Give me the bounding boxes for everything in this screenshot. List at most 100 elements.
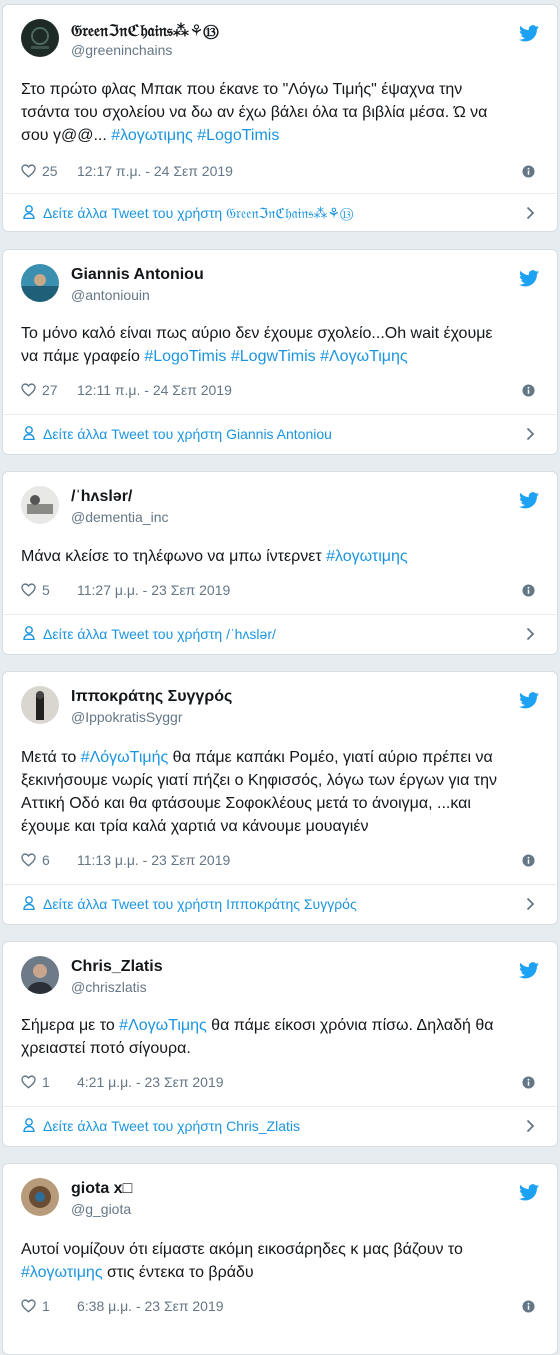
- tweet-timestamp[interactable]: 11:13 μ.μ. - 23 Σεπ 2019: [77, 852, 230, 868]
- info-icon[interactable]: [522, 854, 535, 867]
- hashtag-link[interactable]: #λογωτιμης: [21, 1264, 103, 1281]
- heart-icon[interactable]: [21, 164, 36, 178]
- twitter-bird-icon[interactable]: [519, 1184, 539, 1201]
- tweet-text-segment: θα πάμε είκοσι χρόνια πίσω. Δηλαδή θα: [206, 1017, 494, 1034]
- tweet-text-segment: Μετά το: [21, 749, 81, 766]
- like-count: 1: [42, 1074, 50, 1090]
- avatar[interactable]: [21, 956, 59, 994]
- more-tweets-link[interactable]: Δείτε άλλα Tweet του χρήστη Giannis Anto…: [3, 415, 557, 453]
- author-handle[interactable]: @antoniouin: [71, 287, 150, 303]
- hashtag-link[interactable]: #ΛογωΤιμης: [119, 1017, 207, 1034]
- chevron-right-icon[interactable]: [526, 627, 535, 641]
- tweet-text-segment: Στο πρώτο φλας Μπακ που έκανε το "Λόγω Τ…: [21, 81, 463, 98]
- more-tweets-link[interactable]: Δείτε άλλα Tweet του χρήστη /ˈhʌslər/: [3, 615, 557, 653]
- tweet-text-segment: Αυτοί νομίζουν ότι είμαστε ακόμη εικοσάρ…: [21, 1241, 463, 1258]
- heart-icon[interactable]: [21, 383, 36, 397]
- info-icon[interactable]: [522, 1300, 535, 1313]
- like-count: 5: [42, 582, 50, 598]
- twitter-bird-icon[interactable]: [519, 492, 539, 509]
- more-tweets-label[interactable]: Δείτε άλλα Tweet του χρήστη 𝔊𝔯𝔢𝔢𝔫ℑ𝔫ℭ𝔥𝔞𝔦𝔫…: [43, 205, 353, 222]
- chevron-right-icon[interactable]: [526, 897, 535, 911]
- author-name[interactable]: 𝔊𝔯𝔢𝔢𝔫ℑ𝔫ℭ𝔥𝔞𝔦𝔫𝔰⁂⚘⑬: [71, 21, 218, 41]
- tweet-text-segment: Μάνα κλείσε το τηλέφωνο να μπω ίντερνετ: [21, 548, 327, 565]
- tweet-card[interactable]: giota x□ @g_giota Αυτοί νομίζουν ότι είμ…: [2, 1163, 558, 1355]
- author-handle[interactable]: @dementia_inc: [71, 509, 169, 525]
- more-tweets-label[interactable]: Δείτε άλλα Tweet του χρήστη Chris_Zlatis: [43, 1118, 300, 1134]
- hashtag-link[interactable]: #ΛόγωΤιμής: [81, 749, 169, 766]
- chevron-right-icon[interactable]: [526, 1119, 535, 1133]
- chevron-right-icon[interactable]: [526, 427, 535, 441]
- heart-icon[interactable]: [21, 853, 36, 867]
- hashtag-link[interactable]: #LogoTimis: [197, 127, 279, 144]
- more-tweets-link[interactable]: Δείτε άλλα Tweet του χρήστη 𝔊𝔯𝔢𝔢𝔫ℑ𝔫ℭ𝔥𝔞𝔦𝔫…: [3, 194, 557, 231]
- tweet-text-segment: Το μόνο καλό είναι πως αύριο δεν έχουμε …: [21, 325, 493, 342]
- avatar[interactable]: [21, 1178, 59, 1216]
- tweet-text-line: #λογωτιμης στις έντεκα το βράδυ: [21, 1261, 539, 1284]
- author-name[interactable]: giota x□: [71, 1180, 132, 1198]
- hashtag-link[interactable]: #ΛογωΤιμης: [320, 348, 408, 365]
- tweet-header: 𝔊𝔯𝔢𝔢𝔫ℑ𝔫ℭ𝔥𝔞𝔦𝔫𝔰⁂⚘⑬ @greeninchains: [21, 19, 539, 61]
- more-tweets-link[interactable]: Δείτε άλλα Tweet του χρήστη Chris_Zlatis: [3, 1107, 557, 1145]
- more-tweets-link[interactable]: Δείτε άλλα Tweet του χρήστη Ιπποκράτης Σ…: [3, 885, 557, 923]
- hashtag-link[interactable]: #λογωτιμης: [111, 127, 193, 144]
- author-name[interactable]: Chris_Zlatis: [71, 958, 163, 976]
- author-handle[interactable]: @chriszlatis: [71, 979, 147, 995]
- author-name[interactable]: Ιπποκράτης Συγγρός: [71, 688, 232, 706]
- heart-icon[interactable]: [21, 1299, 36, 1313]
- author-handle[interactable]: @g_giota: [71, 1201, 131, 1217]
- hashtag-link[interactable]: #LogwTimis: [231, 348, 316, 365]
- person-icon: [23, 205, 35, 219]
- tweet-card[interactable]: Chris_Zlatis @chriszlatis Σήμερα με το #…: [2, 941, 558, 1147]
- more-tweets-label[interactable]: Δείτε άλλα Tweet του χρήστη /ˈhʌslər/: [43, 626, 276, 642]
- author-name[interactable]: Giannis Antoniou: [71, 266, 204, 284]
- tweet-timestamp[interactable]: 4:21 μ.μ. - 23 Σεπ 2019: [77, 1074, 224, 1090]
- avatar[interactable]: [21, 686, 59, 724]
- author-handle[interactable]: @IppokratisSyggr: [71, 709, 182, 725]
- hashtag-link[interactable]: #λογωτιμης: [326, 548, 408, 565]
- avatar[interactable]: [21, 486, 59, 524]
- person-icon: [23, 896, 35, 910]
- tweet-text-line: τσάντα του σχολείου να δω αν έχω βάλει ό…: [21, 101, 539, 124]
- author-name[interactable]: /ˈhʌslər/: [71, 488, 132, 506]
- tweet-timestamp[interactable]: 11:27 μ.μ. - 23 Σεπ 2019: [77, 582, 230, 598]
- tweet-text-line: Αυτοί νομίζουν ότι είμαστε ακόμη εικοσάρ…: [21, 1238, 539, 1261]
- tweet-text-line: Μετά το #ΛόγωΤιμής θα πάμε καπάκι Ρομέο,…: [21, 746, 539, 769]
- tweet-timestamp[interactable]: 12:17 π.μ. - 24 Σεπ 2019: [77, 163, 233, 179]
- more-tweets-label[interactable]: Δείτε άλλα Tweet του χρήστη Ιπποκράτης Σ…: [43, 896, 357, 912]
- tweet-text: Μετά το #ΛόγωΤιμής θα πάμε καπάκι Ρομέο,…: [21, 746, 539, 838]
- avatar[interactable]: [21, 19, 59, 57]
- tweet-text-line: να πάμε γραφείο #LogoTimis #LogwTimis #Λ…: [21, 345, 539, 368]
- tweet-text-line: Στο πρώτο φλας Μπακ που έκανε το "Λόγω Τ…: [21, 78, 539, 101]
- hashtag-link[interactable]: #LogoTimis: [144, 348, 226, 365]
- author-handle[interactable]: @greeninchains: [71, 42, 172, 58]
- info-icon[interactable]: [522, 584, 535, 597]
- tweet-card[interactable]: Giannis Antoniou @antoniouin Το μόνο καλ…: [2, 249, 558, 455]
- chevron-right-icon[interactable]: [526, 206, 535, 220]
- tweet-text-line: Το μόνο καλό είναι πως αύριο δεν έχουμε …: [21, 322, 539, 345]
- tweet-card[interactable]: Ιπποκράτης Συγγρός @IppokratisSyggr Μετά…: [2, 671, 558, 925]
- tweet-meta: 27 12:11 π.μ. - 24 Σεπ 2019: [21, 381, 539, 401]
- avatar[interactable]: [21, 264, 59, 302]
- tweet-timestamp[interactable]: 12:11 π.μ. - 24 Σεπ 2019: [77, 382, 232, 398]
- heart-icon[interactable]: [21, 583, 36, 597]
- twitter-bird-icon[interactable]: [519, 962, 539, 979]
- tweet-text-line: έχουμε και τρία καλά χαρτιά να κάνουμε μ…: [21, 815, 539, 838]
- tweet-text-line: ξεκινήσουμε νωρίς γιατί πήζει ο Κηφισσός…: [21, 769, 539, 792]
- heart-icon[interactable]: [21, 1075, 36, 1089]
- twitter-bird-icon[interactable]: [519, 270, 539, 287]
- tweet-timestamp[interactable]: 6:38 μ.μ. - 23 Σεπ 2019: [77, 1298, 224, 1314]
- tweet-text: Το μόνο καλό είναι πως αύριο δεν έχουμε …: [21, 322, 539, 368]
- info-icon[interactable]: [522, 384, 535, 397]
- tweet-meta: 1 4:21 μ.μ. - 23 Σεπ 2019: [21, 1073, 539, 1093]
- twitter-bird-icon[interactable]: [519, 692, 539, 709]
- tweet-card[interactable]: /ˈhʌslər/ @dementia_inc Μάνα κλείσε το τ…: [2, 471, 558, 655]
- tweet-text-segment: θα πάμε καπάκι Ρομέο, γιατί αύριο πρέπει…: [168, 749, 493, 766]
- tweet-meta: 1 6:38 μ.μ. - 23 Σεπ 2019: [21, 1297, 539, 1317]
- tweet-text: Αυτοί νομίζουν ότι είμαστε ακόμη εικοσάρ…: [21, 1238, 539, 1284]
- info-icon[interactable]: [522, 1076, 535, 1089]
- more-tweets-label[interactable]: Δείτε άλλα Tweet του χρήστη Giannis Anto…: [43, 426, 332, 442]
- twitter-bird-icon[interactable]: [519, 25, 539, 42]
- info-icon[interactable]: [522, 165, 535, 178]
- tweet-card[interactable]: 𝔊𝔯𝔢𝔢𝔫ℑ𝔫ℭ𝔥𝔞𝔦𝔫𝔰⁂⚘⑬ @greeninchains Στο πρώτ…: [2, 4, 558, 232]
- like-count: 25: [42, 163, 58, 179]
